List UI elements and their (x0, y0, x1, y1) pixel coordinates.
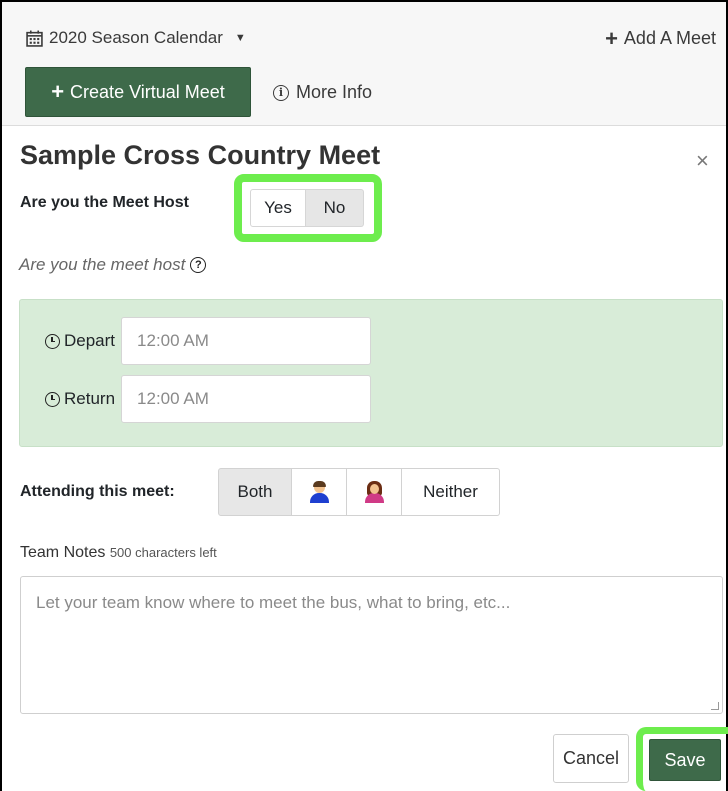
clock-icon (45, 391, 60, 407)
clock-icon (45, 333, 60, 349)
add-meet-link[interactable]: + Add A Meet (605, 25, 716, 51)
caret-down-icon: ▼ (234, 32, 246, 44)
attending-girls-button[interactable] (347, 468, 402, 516)
depart-row: Depart 12:00 AM (45, 317, 372, 365)
meet-title: Sample Cross Country Meet (20, 140, 381, 170)
return-label: Return (45, 389, 115, 409)
team-notes-label: Team Notes 500 characters left (20, 544, 217, 562)
plus-icon: + (51, 79, 65, 104)
meet-host-help: Are you the meet host ? (19, 255, 207, 275)
attending-boys-button[interactable] (292, 468, 347, 516)
create-virtual-meet-label: Create Virtual Meet (70, 81, 225, 102)
host-yes-button[interactable]: Yes (250, 189, 306, 227)
attending-toggle: Both Neither (218, 468, 500, 516)
close-icon[interactable]: × (696, 148, 709, 174)
return-row: Return 12:00 AM (45, 375, 372, 423)
question-circle-icon[interactable]: ? (190, 257, 207, 273)
team-notes-placeholder: Let your team know where to meet the bus… (36, 593, 511, 612)
depart-time-input[interactable]: 12:00 AM (121, 317, 372, 365)
travel-times-panel: Depart 12:00 AM Return 12:00 AM (19, 299, 723, 447)
more-info-label: More Info (296, 82, 373, 102)
more-info-link[interactable]: i More Info (273, 82, 372, 103)
return-time-input[interactable]: 12:00 AM (121, 375, 372, 423)
cancel-button[interactable]: Cancel (553, 734, 629, 783)
top-toolbar: 2020 Season Calendar ▼ + Add A Meet + Cr… (2, 2, 726, 126)
resize-handle-icon[interactable] (711, 702, 719, 710)
info-icon: i (273, 84, 289, 101)
depart-label-text: Depart (64, 331, 116, 350)
attending-label: Attending this meet: (20, 483, 175, 500)
girl-icon (363, 481, 385, 503)
meet-host-question: Are you the Meet Host (20, 194, 189, 211)
season-calendar-dropdown[interactable]: 2020 Season Calendar ▼ (26, 28, 246, 48)
attending-neither-button[interactable]: Neither (402, 468, 500, 516)
host-no-button[interactable]: No (306, 189, 364, 227)
team-notes-title: Team Notes (20, 544, 106, 561)
team-notes-textarea[interactable]: Let your team know where to meet the bus… (20, 576, 723, 714)
meet-host-toggle: Yes No (250, 189, 364, 227)
meet-host-help-text: Are you the meet host (19, 255, 186, 274)
boy-icon (308, 481, 330, 503)
create-virtual-meet-button[interactable]: + Create Virtual Meet (25, 67, 251, 117)
season-calendar-label: 2020 Season Calendar (49, 28, 223, 47)
add-meet-label: Add A Meet (623, 28, 716, 48)
depart-label: Depart (45, 331, 115, 351)
save-button[interactable]: Save (649, 739, 721, 781)
attending-both-button[interactable]: Both (218, 468, 292, 516)
plus-icon: + (605, 25, 618, 51)
calendar-icon (26, 30, 43, 47)
return-label-text: Return (64, 389, 116, 408)
characters-left-counter: 500 characters left (109, 545, 217, 560)
